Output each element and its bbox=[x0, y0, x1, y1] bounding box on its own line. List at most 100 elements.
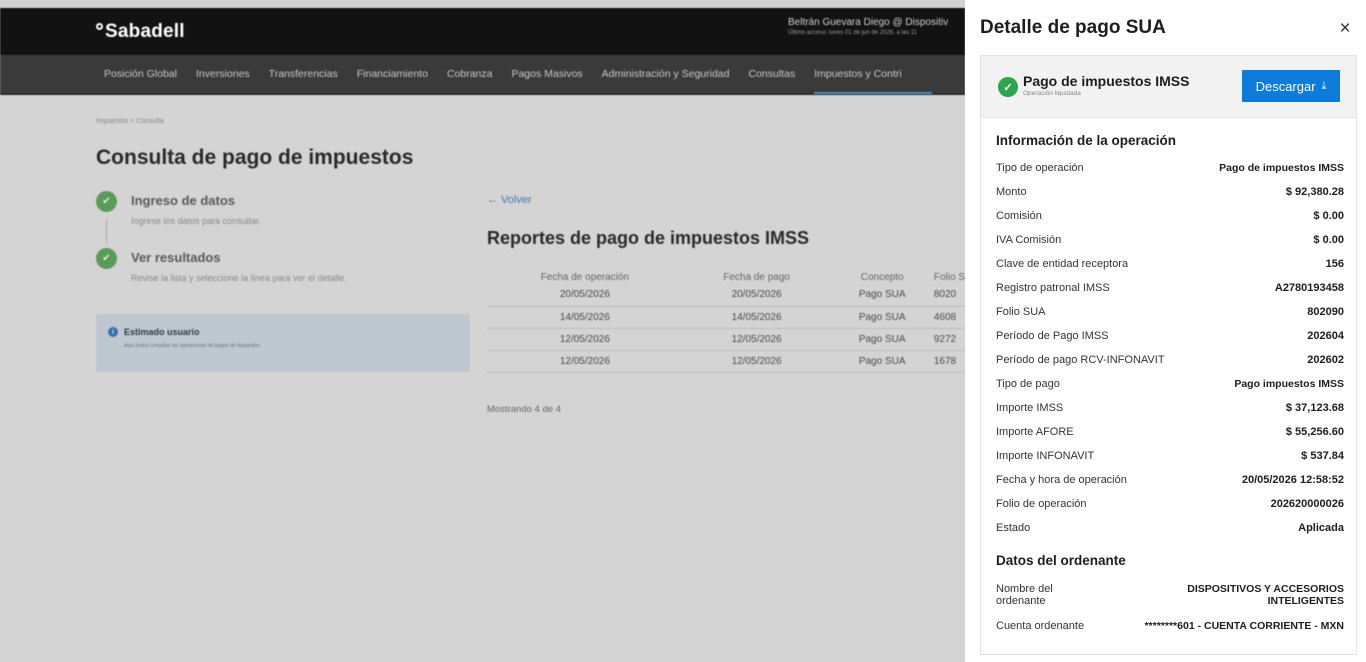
results-count: Mostrando 4 de 4 bbox=[487, 404, 561, 415]
table-cell: 9272 bbox=[933, 328, 965, 351]
main-nav: Posición Global Inversiones Transferenci… bbox=[0, 55, 965, 95]
step-title: Ver resultados bbox=[131, 250, 221, 265]
table-row[interactable]: 14/05/2026 14/05/2026 Pago SUA 4608 bbox=[487, 306, 965, 329]
table-cell: 14/05/2026 bbox=[682, 306, 831, 329]
download-icon: ⤓ bbox=[1321, 79, 1327, 92]
detail-row: Folio SUA 802090 bbox=[996, 306, 1344, 318]
close-icon: × bbox=[1339, 18, 1351, 39]
panel-title: Detalle de pago SUA bbox=[980, 17, 1166, 38]
last-access: Último acceso: lunes 01 de jun de 2026, … bbox=[788, 30, 917, 36]
background-page: Sabadell Beltrán Guevara Diego @ Disposi… bbox=[0, 8, 965, 662]
table-row[interactable]: 20/05/2026 20/05/2026 Pago SUA 8020 bbox=[487, 284, 965, 307]
row-label: Período de Pago IMSS bbox=[996, 330, 1109, 342]
row-value: 156 bbox=[1325, 258, 1344, 270]
row-label: Comisión bbox=[996, 210, 1042, 222]
row-value: 202602 bbox=[1307, 354, 1344, 366]
step-desc: Ingrese los datos para consultar. bbox=[131, 216, 262, 226]
operation-status: Operación liquidada bbox=[1023, 90, 1081, 97]
detail-row: Período de Pago IMSS 202604 bbox=[996, 330, 1344, 342]
section-title-ordering: Datos del ordenante bbox=[996, 553, 1126, 568]
row-value: DISPOSITIVOS Y ACCESORIOS INTELIGENTES bbox=[1187, 583, 1344, 607]
info-desc: Aquí podrá consultar las operaciones de … bbox=[124, 343, 262, 349]
row-label: Tipo de operación bbox=[996, 162, 1084, 174]
step-title: Ingreso de datos bbox=[131, 193, 236, 208]
section-title-operation: Información de la operación bbox=[996, 133, 1177, 148]
table-cell: 1678 bbox=[933, 350, 965, 373]
table-row[interactable]: 12/05/2026 12/05/2026 Pago SUA 1678 bbox=[487, 350, 965, 373]
close-button[interactable]: × bbox=[1334, 18, 1356, 40]
row-label: IVA Comisión bbox=[996, 234, 1062, 246]
download-button[interactable]: Descargar ⤓ bbox=[1242, 70, 1340, 102]
column-header[interactable]: Folio S bbox=[934, 270, 965, 284]
detail-row: IVA Comisión $ 0.00 bbox=[996, 234, 1344, 246]
column-header[interactable]: Fecha de operación bbox=[487, 270, 683, 284]
row-value: 802090 bbox=[1307, 306, 1344, 318]
detail-row: Importe IMSS $ 37,123.68 bbox=[996, 402, 1344, 414]
table-cell: 4608 bbox=[933, 306, 965, 329]
detail-row: Importe AFORE $ 55,256.60 bbox=[996, 426, 1344, 438]
table-cell: Pago SUA bbox=[830, 284, 934, 307]
step-ingreso-datos: ✔ Ingreso de datos Ingrese los datos par… bbox=[96, 191, 261, 226]
report-title: Reportes de pago de impuestos IMSS bbox=[487, 228, 810, 248]
row-value: $ 537.84 bbox=[1301, 450, 1344, 462]
row-label: Folio de operación bbox=[996, 498, 1087, 510]
table-cell: Pago SUA bbox=[830, 350, 934, 373]
table-cell: 14/05/2026 bbox=[487, 306, 683, 329]
row-label: Nombre del ordenante bbox=[996, 583, 1053, 607]
table-cell: 20/05/2026 bbox=[487, 284, 683, 307]
detail-row: Importe INFONAVIT $ 537.84 bbox=[996, 450, 1344, 462]
detail-row: Folio de operación 202620000026 bbox=[996, 498, 1344, 510]
row-label: Registro patronal IMSS bbox=[996, 282, 1110, 294]
card-header: ✓ Pago de impuestos IMSS Operación liqui… bbox=[981, 56, 1356, 118]
row-label: Importe INFONAVIT bbox=[996, 450, 1095, 462]
row-label: Importe IMSS bbox=[996, 402, 1064, 414]
detail-row: Estado Aplicada bbox=[996, 522, 1344, 534]
table-cell: 20/05/2026 bbox=[682, 284, 831, 307]
step-desc: Revise la lista y seleccione la línea pa… bbox=[131, 273, 347, 283]
table-row[interactable]: 12/05/2026 12/05/2026 Pago SUA 9272 bbox=[487, 328, 965, 351]
row-label: Tipo de pago bbox=[996, 378, 1060, 390]
nav-financiamiento[interactable]: Financiamiento bbox=[357, 68, 428, 80]
row-value: Pago impuestos IMSS bbox=[1234, 378, 1344, 390]
page-title: Consulta de pago de impuestos bbox=[96, 146, 414, 169]
info-box: i Estimado usuario Aquí podrá consultar … bbox=[96, 314, 470, 372]
user-info[interactable]: Beltrán Guevara Diego @ Dispositiv Últim… bbox=[788, 17, 948, 39]
check-circle-icon: ✓ bbox=[998, 77, 1018, 97]
detail-row: Fecha y hora de operación 20/05/2026 12:5… bbox=[996, 474, 1344, 486]
detail-row: Cuenta ordenante ********601 - CUENTA COR… bbox=[996, 620, 1344, 632]
row-value: A2780193458 bbox=[1274, 282, 1344, 294]
nav-cobranza[interactable]: Cobranza bbox=[447, 68, 493, 80]
check-icon: ✔ bbox=[96, 191, 117, 212]
table-cell: Pago SUA bbox=[830, 328, 934, 351]
row-value: Aplicada bbox=[1298, 522, 1344, 534]
info-icon: i bbox=[108, 327, 118, 337]
detail-row: Tipo de pago Pago impuestos IMSS bbox=[996, 378, 1344, 390]
back-link[interactable]: ← Volver bbox=[487, 194, 532, 206]
detail-card: ✓ Pago de impuestos IMSS Operación liqui… bbox=[980, 55, 1357, 655]
sabadell-logo[interactable]: Sabadell bbox=[96, 21, 185, 43]
table-cell: 12/05/2026 bbox=[682, 350, 831, 373]
breadcrumb[interactable]: Impuestos > Consulta bbox=[96, 118, 164, 125]
row-label: Importe AFORE bbox=[996, 426, 1074, 438]
nav-administracion[interactable]: Administración y Seguridad bbox=[602, 68, 730, 80]
nav-transferencias[interactable]: Transferencias bbox=[269, 68, 338, 80]
table-cell: 12/05/2026 bbox=[487, 328, 683, 351]
column-header[interactable]: Fecha de pago bbox=[683, 270, 831, 284]
step-connector bbox=[106, 219, 107, 244]
detail-row: Comisión $ 0.00 bbox=[996, 210, 1344, 222]
nav-impuestos[interactable]: Impuestos y Contri bbox=[814, 68, 932, 94]
detail-row: Tipo de operación Pago de impuestos IMSS bbox=[996, 162, 1344, 174]
info-title: i Estimado usuario bbox=[108, 327, 458, 337]
row-label: Estado bbox=[996, 522, 1031, 534]
column-header[interactable]: Concepto bbox=[830, 270, 933, 284]
row-label: Clave de entidad receptora bbox=[996, 258, 1129, 270]
nav-inversiones[interactable]: Inversiones bbox=[196, 68, 250, 80]
nav-posicion-global[interactable]: Posición Global bbox=[104, 68, 177, 80]
table-cell: Pago SUA bbox=[830, 306, 934, 329]
row-label: Período de pago RCV-INFONAVIT bbox=[996, 354, 1165, 366]
row-label: Fecha y hora de operación bbox=[996, 474, 1127, 486]
nav-consultas[interactable]: Consultas bbox=[749, 68, 796, 80]
nav-pagos-masivos[interactable]: Pagos Masivos bbox=[511, 68, 582, 80]
check-icon: ✔ bbox=[96, 248, 117, 269]
row-label: Cuenta ordenante bbox=[996, 620, 1085, 632]
